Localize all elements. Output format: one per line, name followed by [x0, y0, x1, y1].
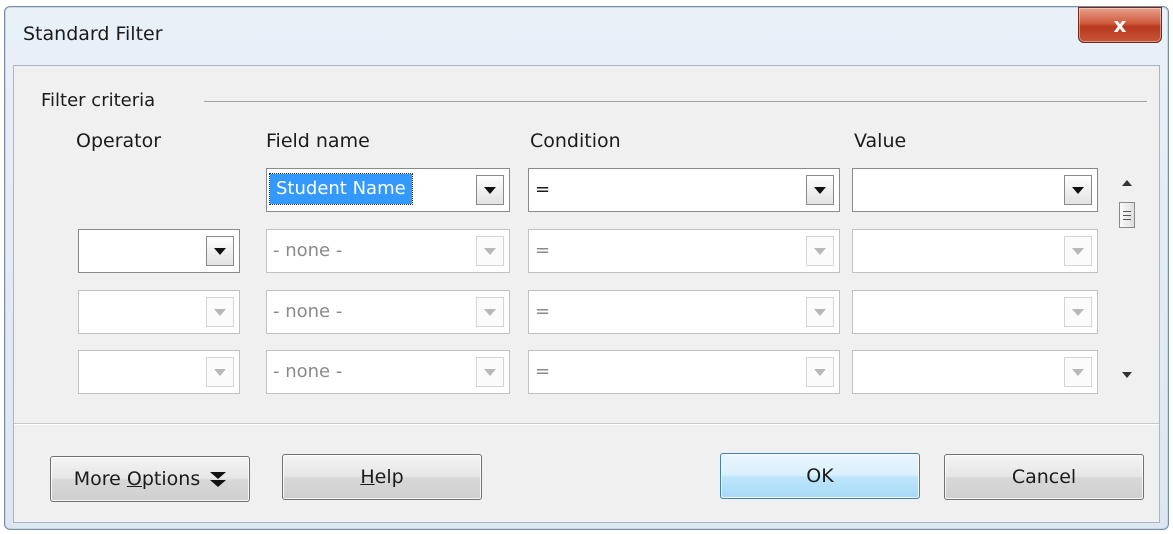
field-name-value-4: - none -	[273, 361, 343, 382]
more-options-label: More Options	[73, 468, 201, 490]
operator-select-4[interactable]	[78, 350, 240, 394]
column-header-condition: Condition	[530, 130, 621, 152]
column-header-value: Value	[854, 130, 907, 152]
operator-select-3[interactable]	[78, 290, 240, 334]
chevron-down-icon[interactable]	[476, 175, 504, 205]
dialog-body: Filter criteria Operator Field name Cond…	[13, 65, 1160, 523]
condition-value-4: =	[535, 361, 551, 382]
arrow-down-icon[interactable]	[1122, 372, 1132, 378]
value-combo-1[interactable]	[852, 168, 1098, 212]
chevron-down-icon[interactable]	[806, 297, 834, 327]
chevron-down-icon[interactable]	[806, 357, 834, 387]
chevron-down-icon[interactable]	[476, 297, 504, 327]
arrow-up-icon[interactable]	[1122, 180, 1132, 186]
ok-label: OK	[806, 465, 834, 487]
condition-value-2: =	[535, 240, 551, 261]
chevron-down-icon[interactable]	[1064, 297, 1092, 327]
condition-select-4[interactable]: =	[528, 350, 840, 394]
cancel-label: Cancel	[1011, 466, 1077, 488]
chevron-down-icon[interactable]	[476, 236, 504, 266]
chevron-down-icon[interactable]	[1064, 236, 1092, 266]
title-bar: Standard Filter x	[5, 7, 1168, 65]
field-name-select-4[interactable]: - none -	[266, 350, 510, 394]
dialog-title: Standard Filter	[23, 23, 163, 45]
standard-filter-dialog: Standard Filter x Filter criteria Operat…	[4, 6, 1169, 530]
condition-select-2[interactable]: =	[528, 229, 840, 273]
field-name-select-1[interactable]: Student Name	[266, 168, 510, 212]
condition-select-3[interactable]: =	[528, 290, 840, 334]
value-combo-3[interactable]	[852, 290, 1098, 334]
condition-value-3: =	[535, 301, 551, 322]
column-header-operator: Operator	[76, 130, 162, 152]
chevron-down-icon[interactable]	[806, 175, 834, 205]
column-header-field-name: Field name	[266, 130, 370, 152]
chevron-down-icon[interactable]	[206, 357, 234, 387]
close-button[interactable]: x	[1078, 7, 1162, 43]
chevron-down-icon[interactable]	[206, 236, 234, 266]
close-icon: x	[1113, 13, 1127, 37]
chevron-down-icon[interactable]	[806, 236, 834, 266]
chevron-down-icon[interactable]	[1064, 175, 1092, 205]
field-name-select-2[interactable]: - none -	[266, 229, 510, 273]
cancel-button[interactable]: Cancel	[944, 454, 1144, 500]
chevron-down-icon[interactable]	[476, 357, 504, 387]
field-name-value-1: Student Name	[269, 173, 413, 205]
condition-value-1: =	[535, 179, 551, 200]
field-name-select-3[interactable]: - none -	[266, 290, 510, 334]
scrollbar-thumb[interactable]	[1119, 202, 1135, 228]
help-button[interactable]: Help	[282, 454, 482, 500]
operator-select-2[interactable]	[78, 229, 240, 273]
double-chevron-down-icon	[210, 471, 227, 487]
condition-select-1[interactable]: =	[528, 168, 840, 212]
field-name-value-3: - none -	[273, 301, 343, 322]
filter-criteria-label: Filter criteria	[41, 90, 162, 111]
chevron-down-icon[interactable]	[1064, 357, 1092, 387]
ok-button[interactable]: OK	[720, 453, 920, 499]
field-name-value-2: - none -	[273, 240, 343, 261]
button-area-divider	[14, 423, 1159, 425]
help-label: Help	[360, 466, 404, 488]
group-separator	[204, 101, 1147, 102]
more-options-button[interactable]: More Options	[50, 456, 250, 502]
value-combo-4[interactable]	[852, 350, 1098, 394]
chevron-down-icon[interactable]	[206, 297, 234, 327]
value-combo-2[interactable]	[852, 229, 1098, 273]
